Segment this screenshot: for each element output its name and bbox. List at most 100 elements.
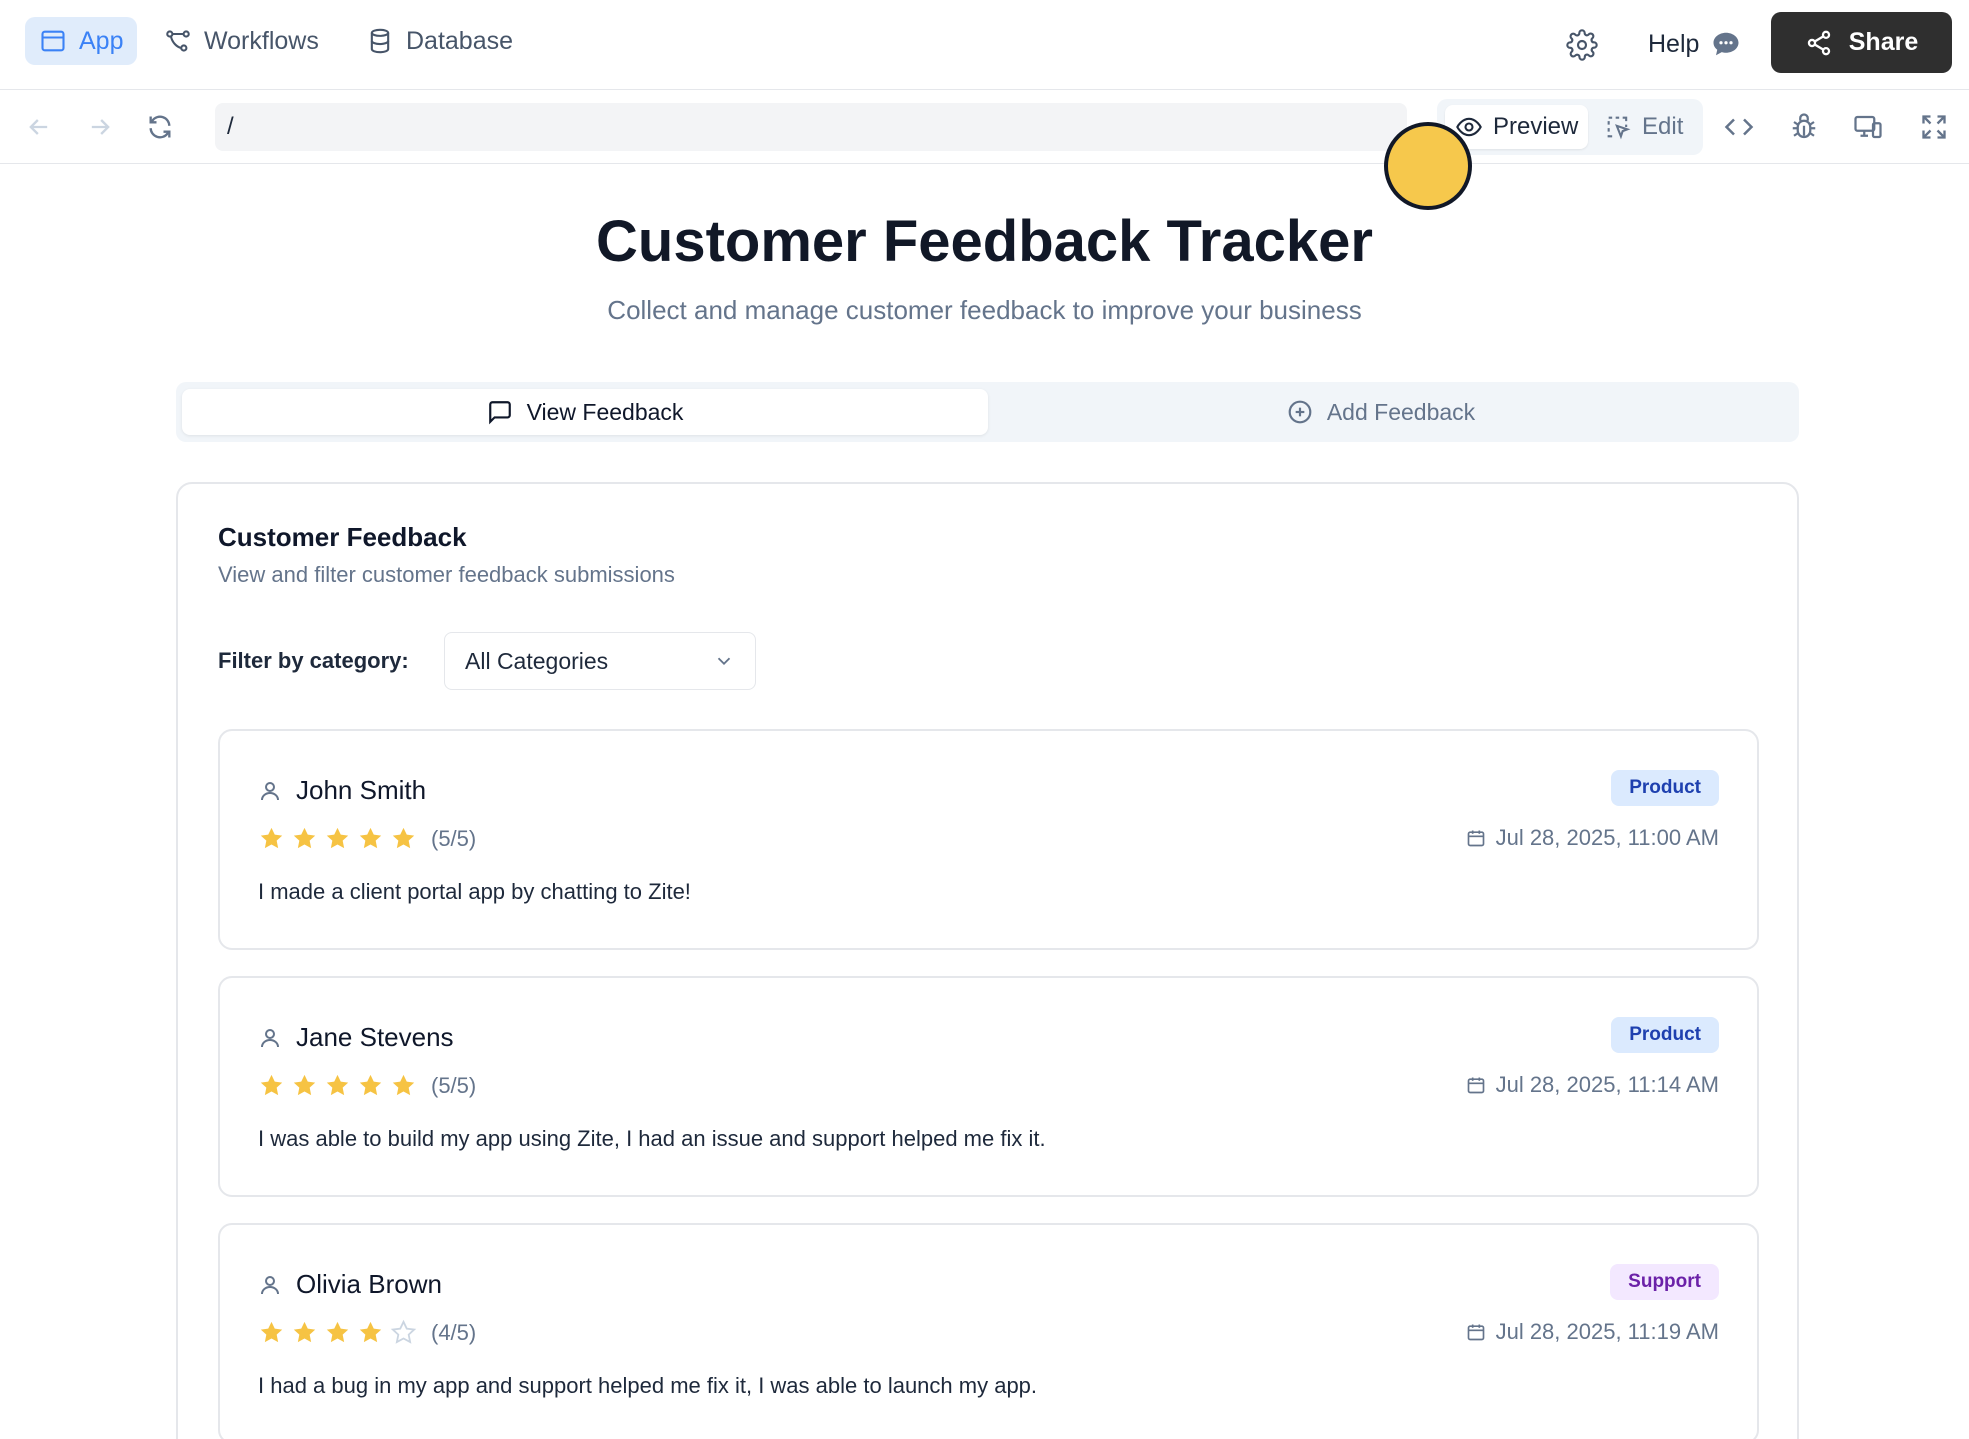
star-filled-icon bbox=[260, 1074, 283, 1096]
customer-name-text: John Smith bbox=[296, 775, 427, 805]
customer-name: John Smith bbox=[258, 775, 426, 806]
star-filled-icon bbox=[326, 827, 349, 849]
database-icon bbox=[370, 28, 390, 54]
star-filled-icon bbox=[359, 1074, 382, 1096]
panel-title: Customer Feedback bbox=[218, 522, 467, 552]
rating-text: (4/5) bbox=[431, 1319, 477, 1345]
date-text: Jul 28, 2025, 11:14 AM bbox=[1495, 1072, 1719, 1097]
nav-tab-app[interactable]: App bbox=[25, 17, 138, 65]
select-cursor-icon bbox=[1607, 116, 1631, 140]
calendar-icon bbox=[1467, 830, 1484, 847]
nav-tab-label: Database bbox=[406, 26, 514, 55]
cursor-indicator bbox=[1384, 122, 1472, 210]
top-nav: App Workflows Database Help Share bbox=[0, 0, 1969, 90]
tab-label: View Feedback bbox=[526, 398, 684, 425]
workflow-icon bbox=[166, 30, 190, 52]
filter-selected-value: All Categories bbox=[465, 647, 609, 674]
submission-date: Jul 28, 2025, 11:19 AM bbox=[1466, 1319, 1719, 1345]
user-icon bbox=[261, 1275, 279, 1294]
feedback-comment: I made a client portal app by chatting t… bbox=[258, 879, 691, 904]
url-text: / bbox=[227, 113, 234, 140]
share-label: Share bbox=[1848, 28, 1919, 56]
star-filled-icon bbox=[326, 1074, 349, 1096]
page-title: Customer Feedback Tracker bbox=[596, 209, 1373, 274]
tab-view-feedback[interactable]: View Feedback bbox=[182, 389, 988, 435]
feedback-card: Olivia Brown (4/5) Support Jul 28, 2025,… bbox=[218, 1223, 1759, 1439]
edit-button[interactable]: Edit bbox=[1594, 105, 1693, 149]
edit-label: Edit bbox=[1642, 113, 1684, 140]
chat-bubble-icon bbox=[1713, 32, 1739, 56]
page-subtitle: Collect and manage customer feedback to … bbox=[607, 295, 1362, 325]
gear-icon bbox=[1566, 29, 1598, 61]
share-button[interactable]: Share bbox=[1771, 12, 1952, 73]
refresh-button[interactable] bbox=[140, 107, 180, 147]
panel-description: View and filter customer feedback submis… bbox=[218, 562, 675, 587]
star-rating: (5/5) bbox=[258, 825, 476, 852]
expand-icon bbox=[1922, 115, 1946, 139]
refresh-icon bbox=[149, 115, 171, 139]
code-view-button[interactable] bbox=[1719, 107, 1759, 147]
rating-text: (5/5) bbox=[431, 825, 477, 851]
settings-button[interactable] bbox=[1562, 25, 1602, 65]
preview-label: Preview bbox=[1493, 113, 1579, 140]
filter-label: Filter by category: bbox=[218, 648, 409, 673]
submission-date: Jul 28, 2025, 11:00 AM bbox=[1466, 825, 1719, 851]
star-filled-icon bbox=[392, 827, 415, 849]
share-icon bbox=[1807, 30, 1830, 55]
preview-button[interactable]: Preview bbox=[1445, 105, 1589, 149]
star-filled-icon bbox=[392, 1074, 415, 1096]
star-filled-icon bbox=[326, 1321, 349, 1343]
calendar-icon bbox=[1467, 1077, 1484, 1094]
message-square-icon bbox=[488, 401, 511, 425]
forward-button[interactable] bbox=[80, 107, 120, 147]
customer-name: Olivia Brown bbox=[258, 1269, 442, 1300]
bug-icon bbox=[1792, 113, 1816, 139]
date-text: Jul 28, 2025, 11:19 AM bbox=[1495, 1319, 1719, 1344]
feedback-card: Jane Stevens (5/5) Product Jul 28, 2025,… bbox=[218, 976, 1759, 1197]
url-bar[interactable]: / bbox=[215, 103, 1407, 151]
app-window-icon bbox=[41, 30, 65, 52]
submission-date: Jul 28, 2025, 11:14 AM bbox=[1466, 1072, 1719, 1098]
star-rating: (5/5) bbox=[258, 1072, 476, 1099]
category-filter-select[interactable]: All Categories bbox=[444, 632, 756, 690]
category-badge: Product bbox=[1611, 770, 1719, 806]
plus-circle-icon bbox=[1288, 400, 1312, 424]
devices-icon bbox=[1854, 115, 1882, 139]
nav-tab-label: App bbox=[79, 26, 124, 55]
star-filled-icon bbox=[260, 827, 283, 849]
fullscreen-button[interactable] bbox=[1914, 107, 1954, 147]
customer-name-text: Jane Stevens bbox=[296, 1022, 454, 1052]
user-icon bbox=[261, 781, 279, 800]
star-filled-icon bbox=[359, 827, 382, 849]
responsive-view-button[interactable] bbox=[1848, 107, 1888, 147]
user-icon bbox=[261, 1028, 279, 1047]
star-filled-icon bbox=[293, 1074, 316, 1096]
chevron-down-icon bbox=[717, 657, 731, 666]
calendar-icon bbox=[1467, 1324, 1484, 1341]
debug-button[interactable] bbox=[1784, 107, 1824, 147]
customer-name: Jane Stevens bbox=[258, 1022, 454, 1053]
nav-tab-workflows[interactable]: Workflows bbox=[150, 17, 333, 65]
star-filled-icon bbox=[293, 827, 316, 849]
star-filled-icon bbox=[359, 1321, 382, 1343]
category-badge: Support bbox=[1610, 1264, 1719, 1300]
arrow-right-icon bbox=[91, 119, 110, 135]
date-text: Jul 28, 2025, 11:00 AM bbox=[1495, 825, 1719, 850]
back-button[interactable] bbox=[19, 107, 59, 147]
nav-tab-database[interactable]: Database bbox=[352, 17, 527, 65]
feedback-panel: Customer Feedback View and filter custom… bbox=[176, 482, 1799, 1439]
star-filled-icon bbox=[293, 1321, 316, 1343]
preview-toolbar: / Preview Edit bbox=[0, 91, 1969, 164]
tab-label: Add Feedback bbox=[1326, 398, 1476, 425]
mode-toggle: Preview Edit bbox=[1437, 99, 1703, 155]
feedback-comment: I had a bug in my app and support helped… bbox=[258, 1373, 1038, 1398]
help-button[interactable]: Help bbox=[1648, 22, 1741, 66]
feedback-comment: I was able to build my app using Zite, I… bbox=[258, 1126, 1046, 1151]
star-empty-icon bbox=[390, 1319, 417, 1344]
rating-text: (5/5) bbox=[431, 1072, 477, 1098]
tab-add-feedback[interactable]: Add Feedback bbox=[1166, 389, 1596, 435]
nav-tab-label: Workflows bbox=[204, 26, 319, 55]
arrow-left-icon bbox=[29, 119, 48, 135]
star-filled-icon bbox=[260, 1321, 283, 1343]
feedback-card: John Smith (5/5) Product Jul 28, 2025, 1… bbox=[218, 729, 1759, 950]
